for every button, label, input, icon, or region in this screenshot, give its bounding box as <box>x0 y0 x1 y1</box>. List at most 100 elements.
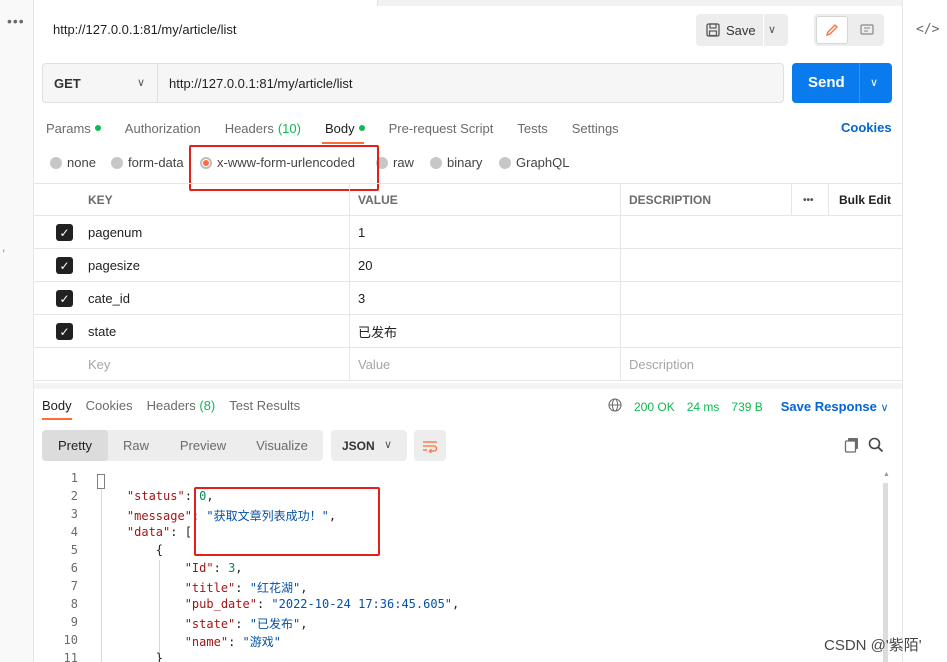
code-text: "data": [ <box>126 525 192 539</box>
status-dot <box>358 125 365 131</box>
row-checkbox[interactable]: ✓ <box>56 290 73 307</box>
line-number: 6 <box>70 561 78 575</box>
table-row: ✓ cate_id 3 <box>34 282 902 315</box>
description-placeholder[interactable]: Description <box>629 348 694 380</box>
active-request-tab[interactable] <box>34 0 378 6</box>
bulk-edit-button[interactable]: Bulk Edit <box>839 184 891 216</box>
tab-authorization[interactable]: Authorization <box>125 119 201 137</box>
more-options-icon[interactable]: ••• <box>803 184 814 216</box>
resp-tab-body[interactable]: Body <box>42 398 72 413</box>
code-line: 11 } <box>42 651 882 662</box>
copy-icon[interactable] <box>844 437 860 456</box>
view-mode-group: Pretty Raw Preview Visualize <box>42 430 323 461</box>
pane-divider[interactable] <box>34 383 902 389</box>
save-button[interactable]: Save ∨ <box>696 14 788 46</box>
response-body-editor[interactable]: 1 2 "status": 0, 3 "message": "获取文章列表成功！",… <box>42 471 882 662</box>
view-preview[interactable]: Preview <box>164 430 242 461</box>
line-number: 7 <box>70 579 78 593</box>
row-checkbox[interactable]: ✓ <box>56 224 73 241</box>
row-checkbox[interactable]: ✓ <box>56 323 73 340</box>
chevron-down-icon[interactable]: ∨ <box>768 23 776 36</box>
tab-settings[interactable]: Settings <box>572 119 619 137</box>
radio-icon <box>430 156 442 169</box>
right-sidebar: </> <box>902 0 947 662</box>
radio-binary[interactable]: binary <box>430 155 482 170</box>
tab-tests[interactable]: Tests <box>517 119 547 137</box>
value-placeholder[interactable]: Value <box>358 348 390 380</box>
param-value[interactable]: 1 <box>358 216 365 248</box>
code-line: 3 "message": "获取文章列表成功！", <box>42 507 882 525</box>
param-value[interactable]: 3 <box>358 282 365 314</box>
param-key[interactable]: cate_id <box>88 282 130 314</box>
comment-mode-button[interactable] <box>852 16 882 44</box>
table-row: ✓ pagenum 1 <box>34 216 902 249</box>
line-number: 9 <box>70 615 78 629</box>
response-size[interactable]: 739 B <box>731 400 762 414</box>
url-bar: GET ∨ <box>42 63 784 103</box>
more-options-icon[interactable]: ••• <box>7 14 25 28</box>
code-line: 8 "pub_date": "2022-10-24 17:36:45.605", <box>42 597 882 615</box>
save-label: Save <box>726 22 756 38</box>
resp-tab-headers[interactable]: Headers (8) <box>147 398 216 413</box>
chevron-down-icon[interactable]: ∨ <box>870 76 878 89</box>
column-header-description: DESCRIPTION <box>629 193 712 207</box>
request-title: http://127.0.0.1:81/my/article/list <box>53 22 237 37</box>
radio-graphql[interactable]: GraphQL <box>499 155 569 170</box>
edit-mode-button[interactable] <box>816 16 848 44</box>
tab-strip <box>34 0 902 6</box>
radio-none[interactable]: none <box>50 155 96 170</box>
key-placeholder[interactable]: Key <box>88 348 110 380</box>
code-line: 2 "status": 0, <box>42 489 882 507</box>
param-key[interactable]: state <box>88 315 116 347</box>
tab-body[interactable]: Body <box>325 119 365 137</box>
code-line: 1 <box>42 471 882 489</box>
tab-params[interactable]: Params <box>46 119 101 137</box>
resp-tab-test-results[interactable]: Test Results <box>229 398 300 413</box>
radio-icon <box>499 156 511 169</box>
resp-tab-cookies[interactable]: Cookies <box>86 398 133 413</box>
active-tab-indicator <box>42 418 72 420</box>
view-pretty[interactable]: Pretty <box>42 430 108 461</box>
code-text: "state": "已发布", <box>184 617 308 631</box>
method-select[interactable]: GET ∨ <box>43 64 158 102</box>
format-select[interactable]: JSON ∨ <box>331 430 407 461</box>
param-value[interactable]: 20 <box>358 249 372 281</box>
send-button[interactable]: Send ∨ <box>792 63 892 103</box>
wrap-lines-button[interactable] <box>414 430 446 461</box>
chevron-down-icon: ∨ <box>384 439 393 451</box>
line-number: 10 <box>63 633 78 647</box>
status-dot <box>94 125 101 131</box>
code-snippet-icon[interactable]: </> <box>916 22 939 37</box>
code-text: "title": "红花湖", <box>184 581 308 595</box>
cookies-link[interactable]: Cookies <box>841 120 892 135</box>
radio-form-data[interactable]: form-data <box>111 155 184 170</box>
scroll-up-icon[interactable]: ▲ <box>883 471 890 478</box>
status-code[interactable]: 200 OK <box>634 400 675 414</box>
param-value[interactable]: 已发布 <box>358 315 397 347</box>
globe-icon[interactable] <box>608 398 622 415</box>
code-text: "name": "游戏" <box>184 635 281 649</box>
watermark: CSDN @'紫陌' <box>824 637 922 654</box>
line-number: 5 <box>70 543 78 557</box>
sidebar-fragment: , <box>2 240 6 254</box>
view-visualize[interactable]: Visualize <box>242 430 322 461</box>
pencil-icon <box>825 24 838 37</box>
line-number: 4 <box>70 525 78 539</box>
search-icon[interactable] <box>868 437 884 456</box>
radio-raw[interactable]: raw <box>376 155 414 170</box>
send-label: Send <box>808 74 845 91</box>
code-line: 9 "state": "已发布", <box>42 615 882 633</box>
param-key[interactable]: pagesize <box>88 249 140 281</box>
view-raw[interactable]: Raw <box>108 430 164 461</box>
param-key[interactable]: pagenum <box>88 216 142 248</box>
url-input[interactable] <box>159 64 783 102</box>
save-response-button[interactable]: Save Response ∨ <box>781 399 889 414</box>
response-meta: 200 OK 24 ms 739 B Save Response ∨ <box>608 398 889 415</box>
tab-pre-request-script[interactable]: Pre-request Script <box>389 119 494 137</box>
tab-headers[interactable]: Headers (10) <box>225 119 301 137</box>
save-icon <box>706 23 720 37</box>
radio-icon <box>50 156 62 169</box>
response-time[interactable]: 24 ms <box>687 400 720 414</box>
row-checkbox[interactable]: ✓ <box>56 257 73 274</box>
code-line: 4 "data": [ <box>42 525 882 543</box>
